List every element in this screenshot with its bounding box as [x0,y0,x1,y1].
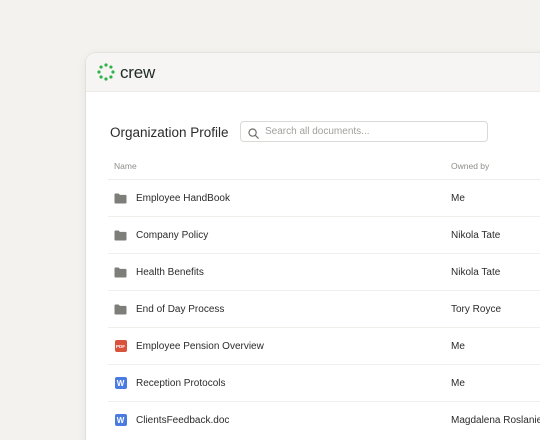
folder-icon [114,192,127,205]
table-row[interactable]: Health Benefits Nikola Tate [108,254,540,291]
table-row[interactable]: PDF Employee Pension Overview Me [108,328,540,365]
file-owner: Me [451,192,465,204]
file-owner: Magdalena Roslanie [451,414,540,426]
file-name: ClientsFeedback.doc [136,414,230,426]
main-content: Organization Profile Name Owned by [86,92,540,440]
folder-icon [114,266,127,279]
search-icon [248,126,259,139]
word-badge: W [114,377,127,389]
file-owner: Nikola Tate [451,229,501,241]
file-owner: Me [451,340,465,352]
file-name: Company Policy [136,229,209,241]
table-row[interactable]: W Reception Protocols Me [108,365,540,402]
pdf-badge: PDF [114,340,127,352]
folder-icon [114,303,127,316]
pdf-file-icon: PDF [114,340,127,353]
table-row[interactable]: W ClientsFeedback.doc Magdalena Roslanie [108,402,540,438]
file-name: Employee Pension Overview [136,340,264,352]
search-input[interactable] [265,126,475,137]
word-file-icon: W [114,377,127,390]
table-row[interactable]: Company Policy Nikola Tate [108,217,540,254]
app-name: crew [120,62,156,82]
app-window: crew Organization Profile Name Owned by [86,53,540,440]
table-header: Name Owned by [108,152,540,180]
file-owner: Tory Royce [451,303,502,315]
crew-logo-icon [97,63,115,81]
documents-table: Name Owned by Employee HandBook Me Compa… [108,152,540,440]
file-owner: Nikola Tate [451,266,501,278]
word-badge: W [114,414,127,426]
table-row[interactable]: End of Day Process Tory Royce [108,291,540,328]
background: crew Organization Profile Name Owned by [0,0,540,440]
word-file-icon: W [114,414,127,427]
search-box[interactable] [240,121,488,142]
top-bar: crew [86,53,540,92]
file-name: Employee HandBook [136,192,230,204]
column-header-owner[interactable]: Owned by [451,161,489,171]
file-name: End of Day Process [136,303,225,315]
file-owner: Me [451,377,465,389]
file-name: Health Benefits [136,266,204,278]
file-name: Reception Protocols [136,377,226,389]
folder-icon [114,229,127,242]
table-row[interactable]: Employee HandBook Me [108,180,540,217]
column-header-name[interactable]: Name [108,161,451,171]
page-title: Organization Profile [110,125,229,140]
